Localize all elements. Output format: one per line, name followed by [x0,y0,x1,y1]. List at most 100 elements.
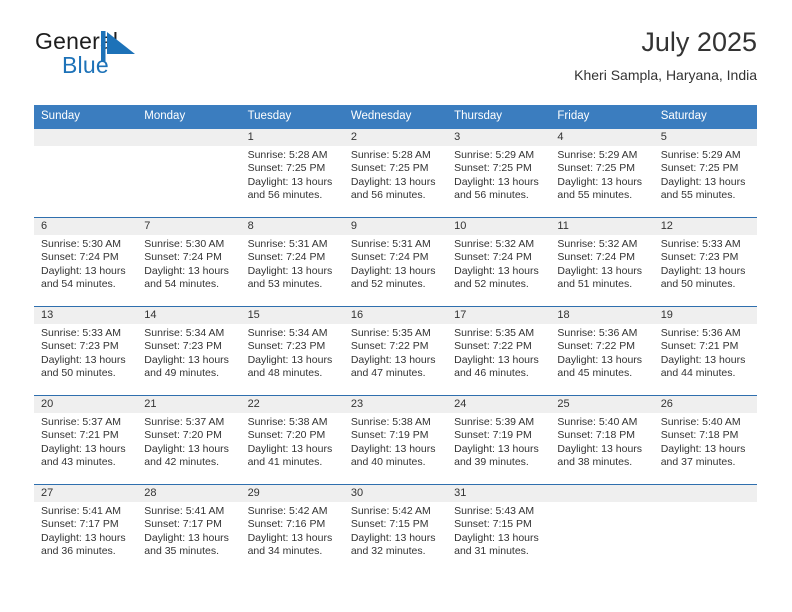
day-number: 21 [137,395,241,413]
sunset-text: Sunset: 7:25 PM [350,162,429,175]
calendar-day-cell[interactable]: 29 Sunrise: 5:42 AM Sunset: 7:16 PM Dayligh… [240,484,344,573]
day-number: 7 [137,217,241,235]
sunrise-text: Sunrise: 5:40 AM [557,415,638,428]
daylight-text: Daylight: 13 hours and 46 minutes. [454,353,539,380]
daylight-text: Daylight: 13 hours and 36 minutes. [41,531,126,558]
calendar-day-cell[interactable]: 7 Sunrise: 5:30 AM Sunset: 7:24 PM Daylight… [137,217,241,306]
day-details: Sunrise: 5:42 AM Sunset: 7:15 PM Daylight:… [344,502,447,559]
brand-logo[interactable]: General Blue [35,30,335,88]
sunrise-text: Sunrise: 5:41 AM [41,504,121,517]
sunset-text: Sunset: 7:25 PM [247,162,326,175]
sunrise-text: Sunrise: 5:43 AM [454,504,535,517]
calendar-day-cell[interactable]: 26 Sunrise: 5:40 AM Sunset: 7:18 PM Dayligh… [653,395,757,484]
sunset-text: Sunset: 7:25 PM [454,162,532,175]
daylight-text: Daylight: 13 hours and 56 minutes. [454,175,539,202]
sunrise-text: Sunrise: 5:39 AM [454,415,535,428]
day-details: Sunrise: 5:29 AM Sunset: 7:25 PM Daylight:… [447,146,550,203]
calendar-day-cell[interactable]: 1 Sunrise: 5:28 AM Sunset: 7:25 PM Daylight… [240,128,344,217]
calendar-grid: Sunday Monday Tuesday Wednesday Thursday Frid… [34,105,757,573]
daylight-text: Daylight: 13 hours and 40 minutes. [350,442,436,469]
day-number: 20 [34,395,138,413]
weekday-header-thursday: Thursday [454,110,503,122]
day-details: Sunrise: 5:37 AM Sunset: 7:20 PM Daylight:… [137,413,240,470]
sunset-text: Sunset: 7:22 PM [557,340,636,353]
calendar-day-cell[interactable]: 24 Sunrise: 5:39 AM Sunset: 7:19 PM Dayligh… [447,395,551,484]
daylight-text: Daylight: 13 hours and 37 minutes. [660,442,746,469]
calendar-day-cell[interactable]: 2 Sunrise: 5:28 AM Sunset: 7:25 PM Daylight… [343,128,448,217]
calendar-day-cell[interactable]: 17 Sunrise: 5:35 AM Sunset: 7:22 PM Dayligh… [447,306,551,395]
daylight-text: Daylight: 13 hours and 54 minutes. [144,264,229,291]
day-details: Sunrise: 5:32 AM Sunset: 7:24 PM Daylight:… [447,235,550,292]
calendar-day-cell[interactable]: 4 Sunrise: 5:29 AM Sunset: 7:25 PM Daylight… [550,128,654,217]
calendar-day-cell[interactable]: 27 Sunrise: 5:41 AM Sunset: 7:17 PM Dayligh… [34,484,138,573]
daylight-text: Daylight: 13 hours and 50 minutes. [660,264,746,291]
daylight-text: Daylight: 13 hours and 48 minutes. [247,353,333,380]
daylight-text: Daylight: 13 hours and 54 minutes. [41,264,126,291]
day-number: 8 [240,217,344,235]
calendar-week-row: 6 Sunrise: 5:30 AM Sunset: 7:24 PM Daylight… [34,216,757,306]
calendar-day-cell[interactable]: 15 Sunrise: 5:34 AM Sunset: 7:23 PM Dayligh… [240,306,344,395]
calendar-day-cell[interactable]: 16 Sunrise: 5:35 AM Sunset: 7:22 PM Dayligh… [343,306,448,395]
sunrise-text: Sunrise: 5:31 AM [350,237,431,250]
day-number: 25 [550,395,654,413]
calendar-day-cell[interactable]: 28 Sunrise: 5:41 AM Sunset: 7:17 PM Dayligh… [137,484,241,573]
calendar-day-cell[interactable]: 20 Sunrise: 5:37 AM Sunset: 7:21 PM Dayligh… [34,395,138,484]
calendar-day-cell[interactable]: 9 Sunrise: 5:31 AM Sunset: 7:24 PM Daylight… [343,217,448,306]
daylight-text: Daylight: 13 hours and 44 minutes. [660,353,746,380]
day-details: Sunrise: 5:35 AM Sunset: 7:22 PM Daylight:… [344,324,447,381]
sunset-text: Sunset: 7:21 PM [660,340,739,353]
page-title: July 2025 [641,27,757,57]
sunset-text: Sunset: 7:19 PM [350,429,429,442]
calendar-day-cell[interactable]: 19 Sunrise: 5:36 AM Sunset: 7:21 PM Dayligh… [653,306,757,395]
day-details: Sunrise: 5:28 AM Sunset: 7:25 PM Daylight:… [344,146,447,203]
page-header: General Blue July 2025 Kheri Sampla, Har… [35,27,757,98]
weekday-header-saturday: Saturday [660,110,707,122]
day-number: 29 [240,484,344,502]
day-number: 11 [550,217,654,235]
calendar-day-cell[interactable]: 31 Sunrise: 5:43 AM Sunset: 7:15 PM Dayligh… [447,484,551,573]
day-number [550,484,654,502]
daylight-text: Daylight: 13 hours and 32 minutes. [350,531,436,558]
day-details: Sunrise: 5:43 AM Sunset: 7:15 PM Daylight:… [447,502,550,559]
weekday-header-monday: Monday [144,110,186,122]
sunrise-text: Sunrise: 5:31 AM [247,237,328,250]
daylight-text: Daylight: 13 hours and 51 minutes. [557,264,643,291]
day-number: 1 [240,128,344,146]
calendar-day-cell[interactable]: 14 Sunrise: 5:34 AM Sunset: 7:23 PM Dayligh… [137,306,241,395]
calendar-day-cell[interactable]: 30 Sunrise: 5:42 AM Sunset: 7:15 PM Dayligh… [343,484,448,573]
calendar-day-cell[interactable]: 23 Sunrise: 5:38 AM Sunset: 7:19 PM Dayligh… [343,395,448,484]
calendar-day-cell[interactable]: 6 Sunrise: 5:30 AM Sunset: 7:24 PM Daylight… [34,217,138,306]
calendar-day-cell[interactable]: 25 Sunrise: 5:40 AM Sunset: 7:18 PM Dayligh… [550,395,654,484]
sunset-text: Sunset: 7:16 PM [247,518,326,531]
daylight-text: Daylight: 13 hours and 55 minutes. [557,175,643,202]
calendar-day-cell[interactable]: 11 Sunrise: 5:32 AM Sunset: 7:24 PM Dayligh… [550,217,654,306]
day-details: Sunrise: 5:30 AM Sunset: 7:24 PM Daylight:… [137,235,240,292]
sunrise-text: Sunrise: 5:37 AM [41,415,121,428]
weekday-header-row: Sunday Monday Tuesday Wednesday Thursday Frid… [34,105,757,129]
day-number: 24 [447,395,551,413]
day-details: Sunrise: 5:34 AM Sunset: 7:23 PM Daylight:… [241,324,344,381]
day-details: Sunrise: 5:38 AM Sunset: 7:20 PM Daylight:… [241,413,344,470]
calendar-day-cell[interactable]: 3 Sunrise: 5:29 AM Sunset: 7:25 PM Daylight… [447,128,551,217]
calendar-day-cell[interactable]: 8 Sunrise: 5:31 AM Sunset: 7:24 PM Daylight… [240,217,344,306]
sunset-text: Sunset: 7:15 PM [454,518,532,531]
sunset-text: Sunset: 7:22 PM [454,340,532,353]
sunrise-text: Sunrise: 5:34 AM [247,326,328,339]
day-details: Sunrise: 5:40 AM Sunset: 7:18 PM Daylight:… [654,413,757,470]
day-details: Sunrise: 5:39 AM Sunset: 7:19 PM Daylight:… [447,413,550,470]
sunset-text: Sunset: 7:22 PM [350,340,429,353]
day-details: Sunrise: 5:35 AM Sunset: 7:22 PM Daylight:… [447,324,550,381]
day-details: Sunrise: 5:34 AM Sunset: 7:23 PM Daylight:… [137,324,240,381]
calendar-day-cell[interactable]: 13 Sunrise: 5:33 AM Sunset: 7:23 PM Dayligh… [34,306,138,395]
day-number: 27 [34,484,138,502]
weekday-header-friday: Friday [557,110,590,122]
calendar-day-cell[interactable]: 18 Sunrise: 5:36 AM Sunset: 7:22 PM Dayligh… [550,306,654,395]
sunset-text: Sunset: 7:17 PM [144,518,222,531]
calendar-day-cell[interactable]: 21 Sunrise: 5:37 AM Sunset: 7:20 PM Dayligh… [137,395,241,484]
calendar-day-cell[interactable]: 10 Sunrise: 5:32 AM Sunset: 7:24 PM Dayligh… [447,217,551,306]
calendar-day-cell[interactable]: 12 Sunrise: 5:33 AM Sunset: 7:23 PM Dayligh… [653,217,757,306]
day-details: Sunrise: 5:41 AM Sunset: 7:17 PM Daylight:… [34,502,137,559]
calendar-day-cell[interactable]: 5 Sunrise: 5:29 AM Sunset: 7:25 PM Daylight… [653,128,757,217]
day-number: 19 [653,306,757,324]
calendar-day-cell[interactable]: 22 Sunrise: 5:38 AM Sunset: 7:20 PM Dayligh… [240,395,344,484]
